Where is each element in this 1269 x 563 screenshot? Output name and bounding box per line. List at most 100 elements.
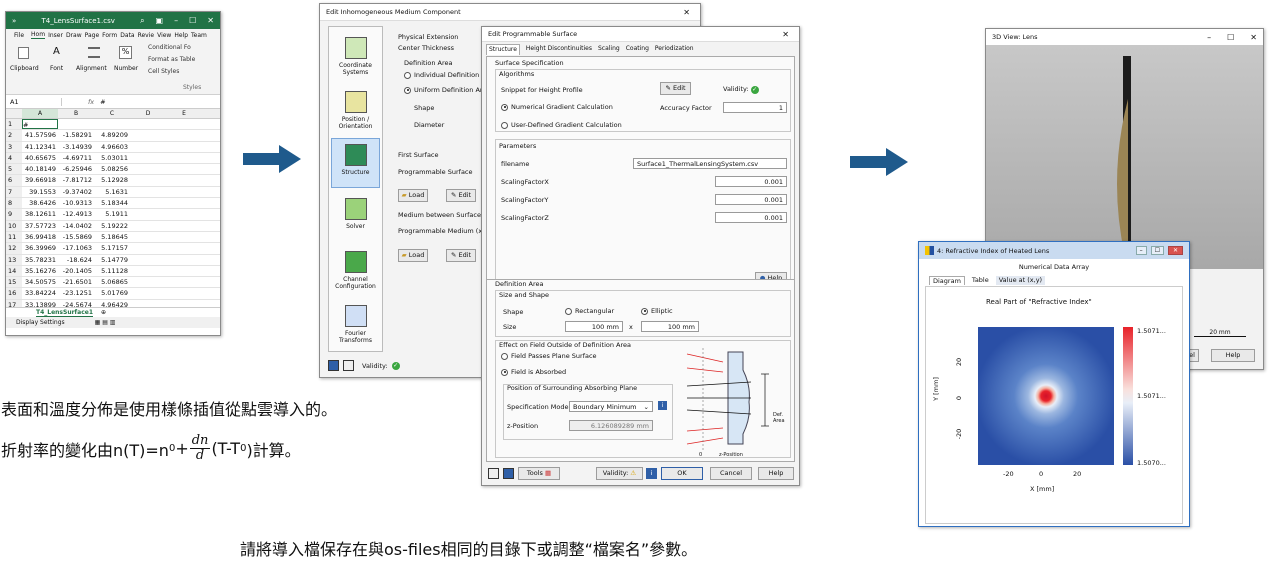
- alignment-icon[interactable]: [88, 47, 100, 58]
- field-absorbed-radio[interactable]: Field is Absorbed: [501, 368, 566, 376]
- maximize-icon[interactable]: ☐: [1150, 246, 1164, 255]
- accuracy-input[interactable]: 1: [723, 102, 787, 113]
- cell[interactable]: -20.1405: [58, 266, 94, 276]
- cell[interactable]: [166, 209, 202, 219]
- cancel-button[interactable]: Cancel: [710, 467, 752, 480]
- row-header[interactable]: 4: [6, 152, 22, 164]
- cell[interactable]: 5.1631: [94, 187, 130, 197]
- row-header[interactable]: 17: [6, 299, 22, 307]
- col-d[interactable]: D: [130, 109, 166, 118]
- cell[interactable]: -7.81712: [58, 175, 94, 185]
- cell[interactable]: [130, 288, 166, 298]
- cell[interactable]: -23.1251: [58, 288, 94, 298]
- rectangular-radio[interactable]: Rectangular: [565, 307, 614, 315]
- cell[interactable]: 5.11128: [94, 266, 130, 276]
- cell[interactable]: 5.08256: [94, 164, 130, 174]
- table-row[interactable]: 2 41.57596 -1.58291 4.89209: [6, 130, 220, 142]
- table-row[interactable]: 8 38.6426 -10.9313 5.18344: [6, 198, 220, 210]
- user-defined-radio[interactable]: User-Defined Gradient Calculation: [501, 121, 622, 129]
- number-label[interactable]: Number: [114, 65, 138, 72]
- cell[interactable]: [58, 119, 94, 129]
- table-row[interactable]: 7 39.1553 -9.37402 5.1631: [6, 186, 220, 199]
- cell[interactable]: 35.78231: [22, 255, 58, 265]
- cell[interactable]: 5.19222: [94, 221, 130, 231]
- col-e[interactable]: E: [166, 109, 202, 118]
- minimize-icon[interactable]: –: [174, 16, 178, 26]
- row-header[interactable]: 14: [6, 265, 22, 277]
- menu-team[interactable]: Team: [191, 32, 207, 39]
- view-buttons[interactable]: ▦ ▤ ▥: [95, 317, 116, 328]
- table-row[interactable]: 3 41.12341 -3.14939 4.96603: [6, 141, 220, 153]
- table-row[interactable]: 9 38.12611 -12.4913 5.1911: [6, 209, 220, 221]
- cell[interactable]: [166, 198, 202, 208]
- cell[interactable]: 36.99418: [22, 232, 58, 242]
- cell-grid[interactable]: 1 #2 41.57596 -1.58291 4.89209 3 41.12341 -3.14…: [6, 119, 220, 307]
- menu-review[interactable]: Revie: [138, 32, 155, 39]
- row-header[interactable]: 9: [6, 209, 22, 220]
- sidebar-item[interactable]: Structure: [331, 138, 380, 188]
- close-icon[interactable]: ✕: [683, 8, 690, 17]
- cell[interactable]: -15.5869: [58, 232, 94, 242]
- cell[interactable]: 5.01769: [94, 288, 130, 298]
- cell[interactable]: -1.58291: [58, 130, 94, 140]
- menu-form[interactable]: Form: [102, 32, 117, 39]
- cell[interactable]: 5.18344: [94, 198, 130, 208]
- row-header[interactable]: 7: [6, 186, 22, 198]
- cell[interactable]: -9.37402: [58, 187, 94, 197]
- cell[interactable]: [94, 119, 130, 129]
- cell[interactable]: -18.624: [58, 255, 94, 265]
- save-icon[interactable]: [503, 468, 514, 479]
- tab-height-discontinuities[interactable]: Height Discontinuities: [526, 44, 592, 55]
- table-row[interactable]: 16 33.84224 -23.1251 5.01769: [6, 288, 220, 300]
- ok-button[interactable]: OK: [661, 467, 703, 480]
- help-button[interactable]: Help: [758, 467, 794, 480]
- parameter-value-input[interactable]: 0.001: [715, 176, 787, 187]
- field-passes-radio[interactable]: Field Passes Plane Surface: [501, 352, 597, 360]
- row-header[interactable]: 2: [6, 130, 22, 141]
- table-row[interactable]: 6 39.66918 -7.81712 5.12928: [6, 175, 220, 187]
- minimize-icon[interactable]: –: [1135, 246, 1147, 255]
- tab-periodization[interactable]: Periodization: [655, 44, 694, 55]
- cell[interactable]: [166, 277, 202, 287]
- sidebar-item[interactable]: Position / Orientation: [331, 85, 380, 135]
- minimize-icon[interactable]: –: [1207, 33, 1211, 42]
- snippet-edit-button[interactable]: ✎ Edit: [660, 82, 691, 95]
- percent-icon[interactable]: %: [119, 46, 132, 59]
- info-icon[interactable]: i: [658, 401, 667, 410]
- size-y-input[interactable]: 100 mm: [641, 321, 699, 332]
- cell[interactable]: 5.1911: [94, 209, 130, 219]
- fx-icon[interactable]: fx: [88, 98, 94, 106]
- parameter-value-input[interactable]: Surface1_ThermalLensingSystem.csv: [633, 158, 787, 169]
- cell[interactable]: -24.5674: [58, 300, 94, 307]
- cell[interactable]: [166, 221, 202, 231]
- cell[interactable]: 5.17157: [94, 243, 130, 253]
- table-row[interactable]: 5 40.18149 -6.25946 5.08256: [6, 164, 220, 176]
- display-settings[interactable]: Display Settings: [16, 317, 65, 328]
- table-row[interactable]: 12 36.39969 -17.1063 5.17157: [6, 243, 220, 255]
- info-icon[interactable]: i: [646, 468, 657, 479]
- tab-diagram[interactable]: Diagram: [929, 276, 965, 285]
- row-header[interactable]: 5: [6, 164, 22, 175]
- cell[interactable]: 4.89209: [94, 130, 130, 140]
- name-box[interactable]: A1: [10, 97, 62, 106]
- cell[interactable]: 39.66918: [22, 175, 58, 185]
- cell[interactable]: [130, 130, 166, 140]
- table-row[interactable]: 17 33.13899 -24.5674 4.96429: [6, 299, 220, 307]
- cell[interactable]: [166, 175, 202, 185]
- cell[interactable]: [166, 142, 202, 152]
- font-label[interactable]: Font: [50, 65, 63, 72]
- table-row[interactable]: 11 36.99418 -15.5869 5.18645: [6, 231, 220, 244]
- row-header[interactable]: 16: [6, 288, 22, 299]
- tools-button[interactable]: Tools ▦: [518, 467, 560, 480]
- cell[interactable]: [130, 153, 166, 163]
- cell[interactable]: -6.25946: [58, 164, 94, 174]
- cell[interactable]: 33.84224: [22, 288, 58, 298]
- col-a[interactable]: A: [22, 109, 58, 118]
- sidebar-item[interactable]: Coordinate Systems: [331, 31, 380, 81]
- close-icon[interactable]: ✕: [1167, 246, 1183, 255]
- table-row[interactable]: 10 37.57723 -14.0402 5.19222: [6, 220, 220, 232]
- cell[interactable]: -21.6501: [58, 277, 94, 287]
- cell[interactable]: [166, 288, 202, 298]
- cell[interactable]: 5.06865: [94, 277, 130, 287]
- elliptic-radio[interactable]: Elliptic: [641, 307, 673, 315]
